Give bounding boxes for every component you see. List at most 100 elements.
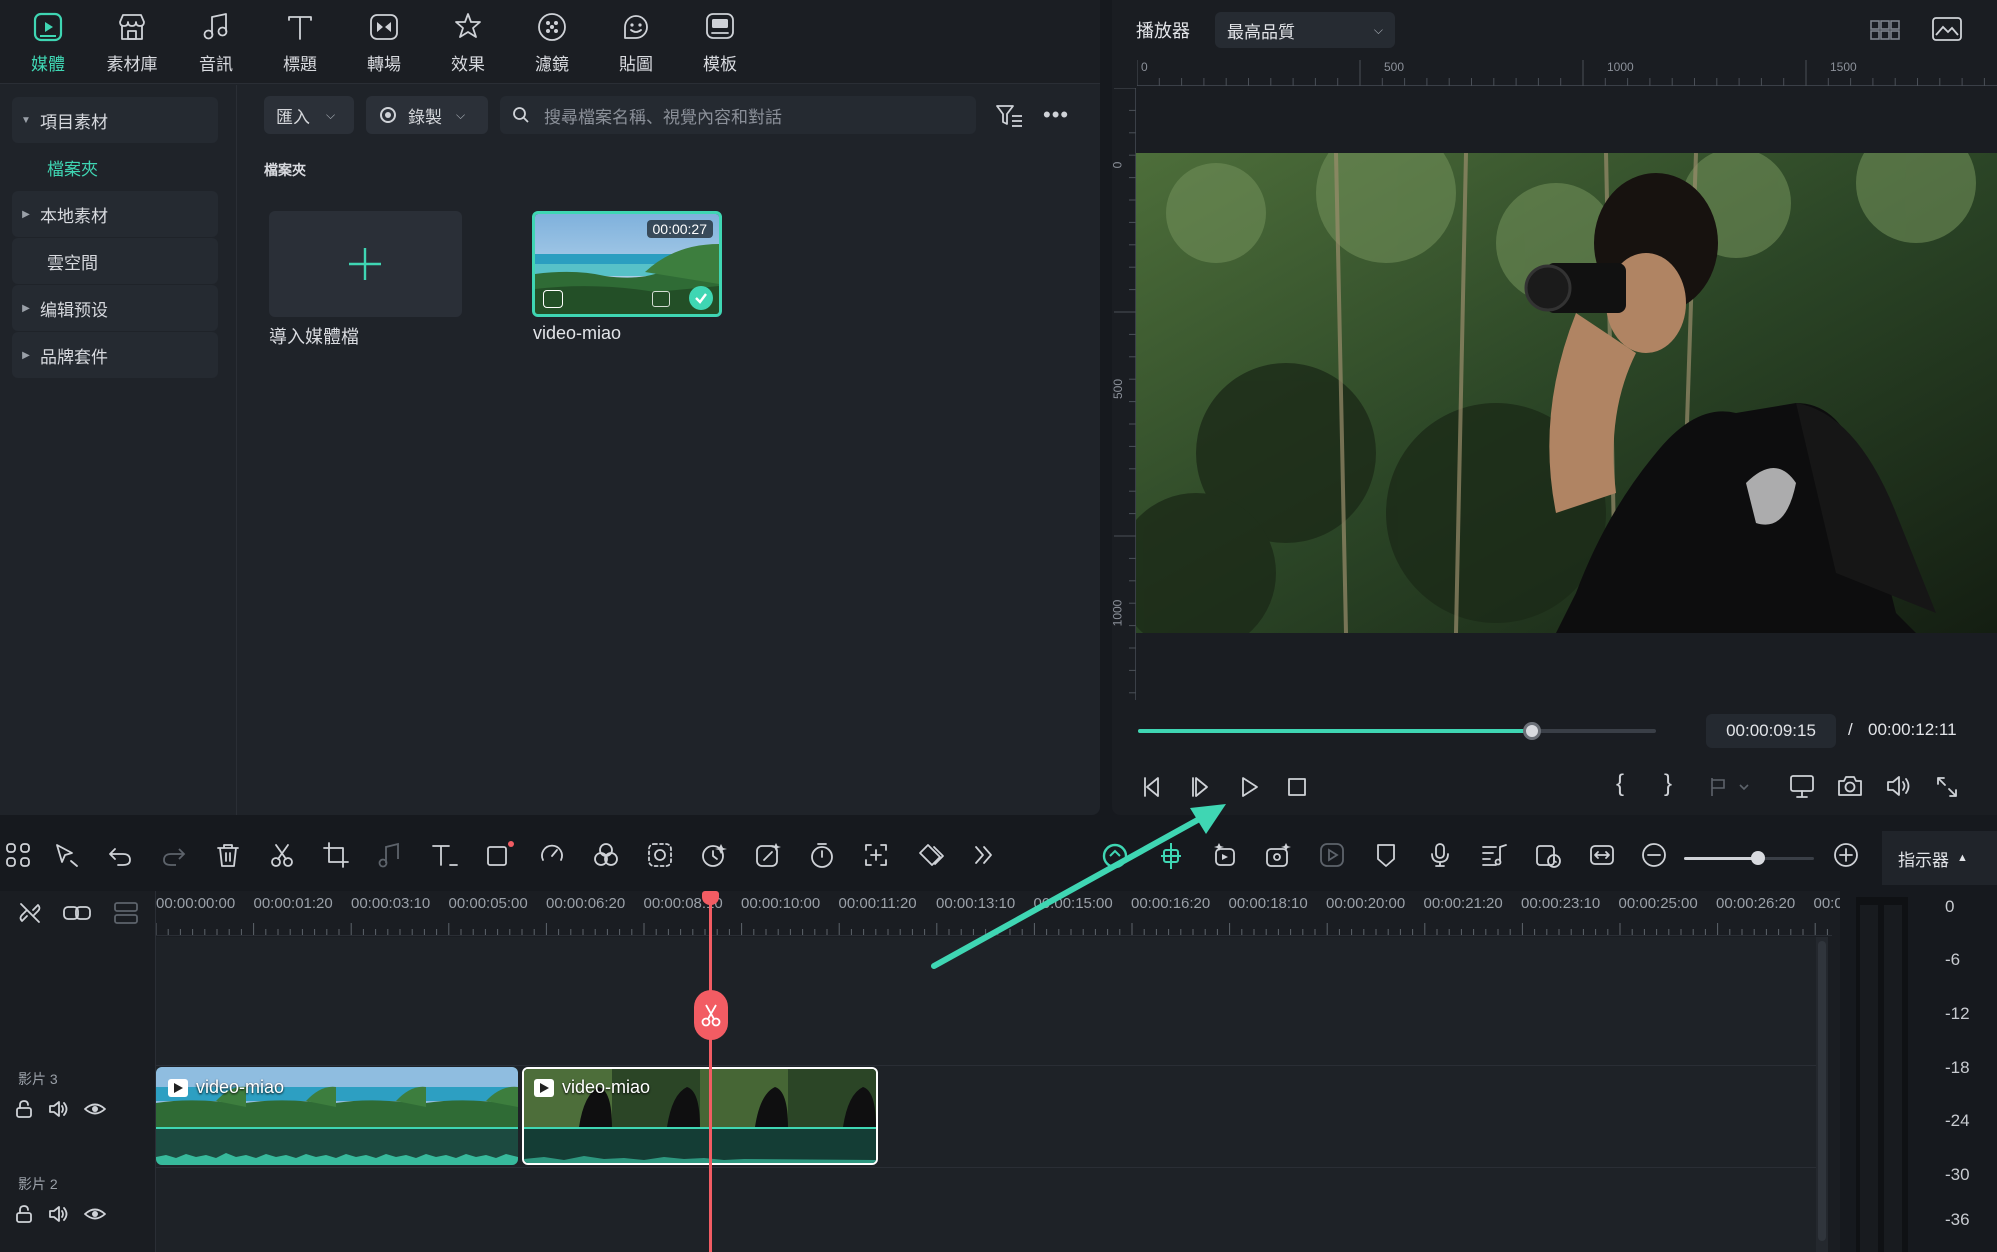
import-media-tile[interactable] [269, 211, 462, 317]
crop-icon[interactable] [322, 841, 350, 869]
sidebar-item-project-media[interactable]: ▼ 項目素材 [12, 97, 218, 143]
sidebar-item-folder[interactable]: 檔案夾 [12, 144, 218, 190]
sidebar-item-brand-kit[interactable]: ▶ 品牌套件 [12, 332, 218, 378]
tab-transitions[interactable]: 轉場 [349, 8, 419, 78]
select-pointer-icon[interactable] [52, 841, 80, 869]
microphone-icon[interactable] [1426, 841, 1454, 869]
text-icon [288, 16, 312, 40]
shape-tool-icon[interactable] [484, 841, 514, 869]
tab-filters[interactable]: 濾鏡 [517, 8, 587, 78]
speed-icon[interactable] [538, 841, 566, 869]
fit-timeline-icon[interactable] [1588, 841, 1616, 869]
grid-view-icon[interactable] [1870, 18, 1900, 42]
filter-icon [538, 13, 566, 41]
video-preview[interactable] [1136, 153, 1997, 633]
eye-visibility-icon[interactable] [84, 1204, 106, 1224]
audio-mixer-icon[interactable] [1480, 841, 1508, 869]
audio-edit-icon[interactable] [376, 841, 404, 869]
layout-grid-icon[interactable] [4, 841, 32, 869]
zoom-out-icon[interactable] [1640, 841, 1668, 869]
timeline-clip[interactable]: video-miao [156, 1067, 518, 1165]
stop-icon[interactable] [1284, 774, 1310, 800]
zoom-in-icon[interactable] [1832, 841, 1860, 869]
filter-sort-icon[interactable] [994, 102, 1024, 130]
progress-track[interactable] [1138, 722, 1656, 740]
prev-frame-icon[interactable] [1140, 774, 1166, 800]
import-dropdown[interactable]: 匯入 ⌵ [264, 96, 354, 134]
music-icon [203, 13, 228, 40]
sidebar-item-label: 檔案夾 [47, 159, 98, 179]
progress-handle[interactable] [1522, 722, 1541, 740]
media-thumbnail[interactable]: 00:00:27 [532, 211, 722, 317]
text-tool-icon[interactable] [430, 841, 460, 869]
more-options-icon[interactable]: ••• [1043, 102, 1073, 130]
image-view-icon[interactable] [1932, 16, 1962, 42]
auto-reframe-icon[interactable] [862, 841, 890, 869]
snap-marker-icon[interactable] [1156, 841, 1186, 871]
playhead-line[interactable] [709, 891, 712, 1252]
ai-edit-icon[interactable] [754, 841, 782, 869]
record-dropdown[interactable]: 錄製 ⌵ [366, 96, 488, 134]
tab-titles[interactable]: 標題 [265, 8, 335, 78]
unlink-icon[interactable] [16, 899, 44, 927]
auto-highlight-icon[interactable] [1210, 841, 1238, 869]
tab-templates[interactable]: 模板 [685, 8, 755, 78]
next-frame-icon[interactable] [1188, 774, 1214, 800]
lock-icon[interactable] [14, 1204, 34, 1224]
play-icon[interactable] [1236, 774, 1262, 800]
eye-visibility-icon[interactable] [84, 1099, 106, 1119]
tab-media[interactable]: 媒體 [13, 8, 83, 78]
mute-volume-icon[interactable] [48, 1099, 70, 1119]
delete-icon[interactable] [214, 841, 242, 869]
timer-icon[interactable] [808, 841, 836, 869]
zoom-slider-track[interactable] [1684, 851, 1814, 865]
timeline-ruler[interactable]: 00:00:00:00 00:00:01:20 00:00:03:10 00:00:0… [156, 891, 1843, 936]
store-icon [119, 14, 145, 40]
ai-tool-icon[interactable] [700, 841, 728, 869]
volume-icon[interactable] [1884, 772, 1912, 800]
magnetic-snap-icon[interactable] [1100, 841, 1130, 871]
sidebar-item-local-media[interactable]: ▶ 本地素材 [12, 191, 218, 237]
current-time[interactable]: 00:00:09:15 [1706, 714, 1836, 748]
quality-dropdown[interactable]: 最高品質 ⌵ [1215, 12, 1395, 48]
display-settings-icon[interactable] [1788, 772, 1816, 800]
marker-shield-icon[interactable] [1372, 841, 1400, 869]
audio-waveform [524, 1129, 876, 1163]
fullscreen-icon[interactable] [1934, 774, 1960, 800]
ai-video-icon[interactable] [1264, 841, 1292, 869]
keyframe-icon[interactable] [916, 841, 946, 869]
indicator-dropdown[interactable]: 指示器 ▲ [1882, 831, 1997, 885]
mute-volume-icon[interactable] [48, 1204, 70, 1224]
search-input[interactable]: 搜尋檔案名稱、視覺內容和對話 [500, 96, 976, 134]
mark-out-icon[interactable]: } [1664, 770, 1672, 798]
insert-options-icon[interactable] [1706, 774, 1754, 800]
ruler-time-label: 00:00:18:10 [1228, 895, 1308, 912]
snapshot-camera-icon[interactable] [1836, 772, 1864, 800]
tab-store[interactable]: 素材庫 [97, 8, 167, 78]
media-panel: 媒體 素材庫 音訊 標題 轉場 效果 濾鏡 貼圖 模板 ▼ 項目素材 檔案夾 ▶… [0, 0, 1100, 815]
more-tools-icon[interactable] [970, 841, 998, 869]
track-manager-icon[interactable] [112, 899, 140, 927]
timeline-scrollbar[interactable] [1816, 937, 1828, 1252]
split-scissors-button[interactable] [694, 990, 728, 1040]
meter-label: -18 [1945, 1058, 1970, 1077]
tab-stickers[interactable]: 貼圖 [601, 8, 671, 78]
lock-icon[interactable] [14, 1099, 34, 1119]
cut-scissors-icon[interactable] [268, 841, 296, 869]
redo-icon[interactable] [160, 841, 188, 869]
record-icon [380, 107, 396, 123]
color-icon[interactable] [592, 841, 620, 869]
mask-icon[interactable] [646, 841, 674, 869]
link-clips-icon[interactable] [62, 899, 92, 927]
timeline-clip-selected[interactable]: video-miao [522, 1067, 878, 1165]
sidebar-item-cloud[interactable]: 雲空間 [12, 238, 218, 284]
tab-audio[interactable]: 音訊 [181, 8, 251, 78]
undo-icon[interactable] [106, 841, 134, 869]
zoom-slider-handle[interactable] [1751, 851, 1765, 865]
scrollbar-thumb[interactable] [1818, 941, 1826, 1241]
sidebar-item-presets[interactable]: ▶ 编辑预设 [12, 285, 218, 331]
tab-effects[interactable]: 效果 [433, 8, 503, 78]
mark-in-icon[interactable]: { [1616, 770, 1624, 798]
speed-ramp-icon[interactable] [1534, 841, 1562, 869]
render-preview-icon[interactable] [1318, 841, 1346, 869]
